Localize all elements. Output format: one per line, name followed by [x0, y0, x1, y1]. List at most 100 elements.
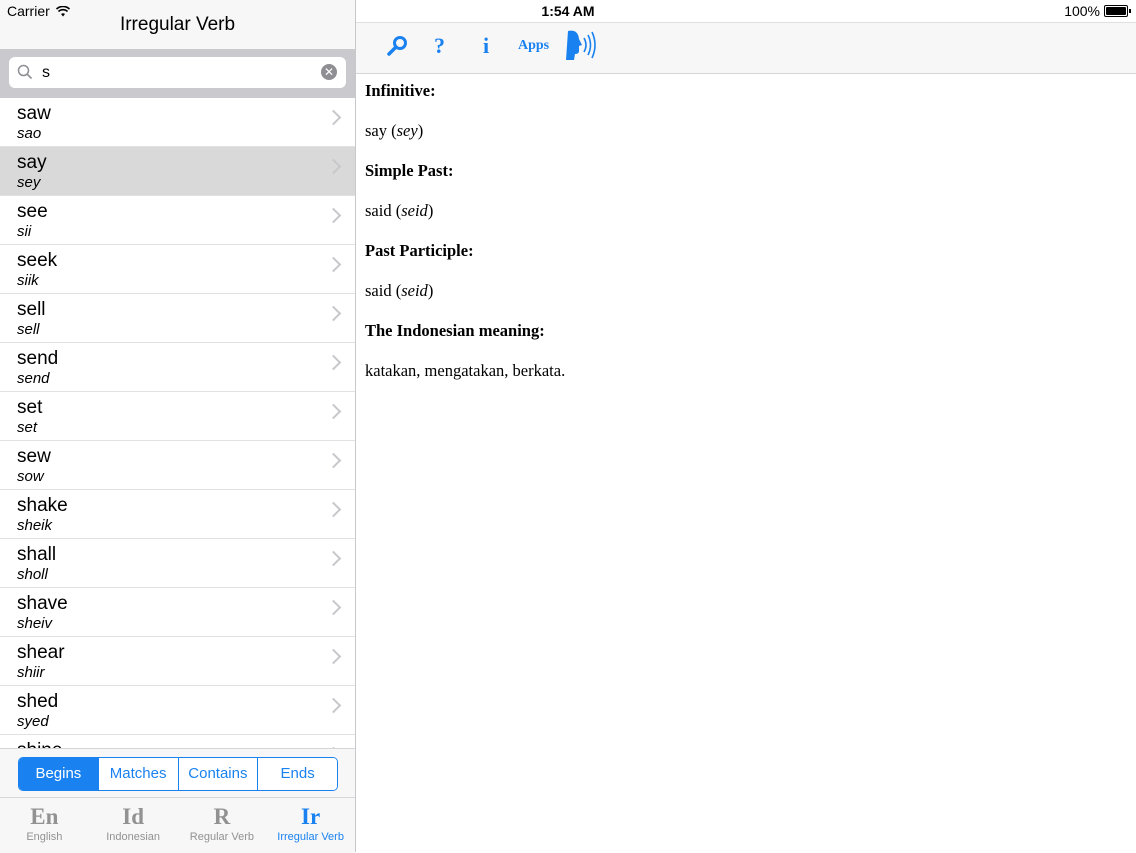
verb-pronunciation: siik: [17, 272, 39, 289]
verb-list-row[interactable]: shave sheiv: [0, 588, 355, 637]
detail-toolbar: ? i Apps: [356, 22, 1136, 74]
simple-past-heading: Simple Past:: [365, 161, 454, 180]
tab-glyph-icon: Ir: [301, 804, 321, 829]
tab-bar: En English Id Indonesian R Regular Verb Ir Irre…: [0, 797, 355, 853]
meaning-heading: The Indonesian meaning:: [365, 321, 545, 340]
past-participle-value: said (seid): [365, 281, 434, 300]
verb-word: shed: [17, 691, 59, 712]
search-field[interactable]: ✕: [9, 57, 346, 88]
past-participle-pronunciation: seid: [401, 281, 428, 300]
chevron-right-icon: [325, 501, 342, 518]
verb-pronunciation: sheik: [17, 517, 53, 534]
verb-list-row[interactable]: say sey: [0, 147, 355, 196]
verb-list: saw sao say sey see sii seek siik sell sell send se…: [0, 98, 355, 748]
search-icon: [17, 64, 33, 80]
tab-regular-verb[interactable]: R Regular Verb: [178, 798, 267, 853]
verb-list-row[interactable]: shear shiir: [0, 637, 355, 686]
verb-list-row[interactable]: sew sow: [0, 441, 355, 490]
infinitive-pronunciation: sey: [396, 121, 418, 140]
verb-pronunciation: set: [17, 419, 38, 436]
verb-word: seek: [17, 250, 58, 271]
verb-pronunciation: syed: [17, 713, 49, 730]
verb-word: saw: [17, 103, 51, 124]
verb-pronunciation: shiir: [17, 664, 45, 681]
verb-pronunciation: sell: [17, 321, 40, 338]
master-pane: Irregular Verb ✕ sawsaosayseyseesiiseeks…: [0, 0, 356, 853]
tab-glyph-icon: R: [213, 804, 231, 829]
verb-word: shear: [17, 642, 65, 663]
verb-list-row[interactable]: saw sao: [0, 98, 355, 147]
verb-list-row[interactable]: shake sheik: [0, 490, 355, 539]
battery-indicator: 100%: [1064, 3, 1131, 19]
tab-english[interactable]: En English: [0, 798, 89, 853]
chevron-right-icon: [325, 109, 342, 126]
verb-word: set: [17, 397, 43, 418]
verb-word: shine: [17, 740, 62, 748]
verb-word: sell: [17, 299, 46, 320]
verb-word: shake: [17, 495, 68, 516]
chevron-right-icon: [325, 158, 342, 175]
simple-past-pronunciation: seid: [401, 201, 428, 220]
chevron-right-icon: [325, 256, 342, 273]
verb-pronunciation: sheiv: [17, 615, 53, 632]
chevron-right-icon: [325, 452, 342, 469]
chevron-right-icon: [325, 354, 342, 371]
verb-word: sew: [17, 446, 51, 467]
verb-pronunciation: sey: [17, 174, 41, 191]
status-bar: Carrier 1:54 AM 100%: [0, 0, 1136, 22]
clear-search-icon[interactable]: ✕: [321, 64, 337, 80]
tab-indonesian[interactable]: Id Indonesian: [89, 798, 178, 853]
tab-label: Indonesian: [106, 831, 161, 843]
simple-past-value: said (seid): [365, 201, 434, 220]
segment-ends[interactable]: Ends: [258, 758, 337, 790]
segment-contains[interactable]: Contains: [178, 758, 259, 790]
tab-label: Regular Verb: [189, 831, 254, 843]
chevron-right-icon: [325, 697, 342, 714]
speak-icon[interactable]: [564, 29, 598, 66]
past-participle-heading: Past Participle:: [365, 241, 474, 260]
verb-list-row[interactable]: seek siik: [0, 245, 355, 294]
chevron-right-icon: [325, 403, 342, 420]
search-input[interactable]: [40, 61, 314, 85]
past-participle-word: said: [365, 281, 392, 300]
clock: 1:54 AM: [541, 3, 595, 19]
infinitive-word: say: [365, 121, 387, 140]
verb-word: shall: [17, 544, 57, 565]
search-key-icon[interactable]: [386, 35, 408, 62]
chevron-right-icon: [325, 599, 342, 616]
tab-label: English: [26, 831, 63, 843]
verb-list-row[interactable]: shed syed: [0, 686, 355, 735]
verb-list-row[interactable]: send send: [0, 343, 355, 392]
chevron-right-icon: [325, 305, 342, 322]
info-button[interactable]: i: [483, 33, 489, 59]
verb-word: say: [17, 152, 47, 173]
infinitive-heading: Infinitive:: [365, 81, 436, 100]
infinitive-value: say (sey): [365, 121, 424, 140]
verb-word: send: [17, 348, 59, 369]
verb-word: shave: [17, 593, 68, 614]
segment-matches[interactable]: Matches: [98, 758, 179, 790]
verb-pronunciation: sholl: [17, 566, 48, 583]
detail-pane: ? i Apps Infinitive: say (sey) Simple Pa…: [356, 0, 1136, 852]
verb-word: see: [17, 201, 48, 222]
verb-pronunciation: sow: [17, 468, 44, 485]
meaning-value: katakan, mengatakan, berkata.: [365, 361, 566, 380]
battery-percent: 100%: [1064, 3, 1100, 19]
verb-detail: Infinitive: say (sey) Simple Past: said …: [365, 78, 1125, 398]
verb-list-row[interactable]: shine: [0, 735, 355, 748]
verb-list-row[interactable]: shall sholl: [0, 539, 355, 588]
help-button[interactable]: ?: [434, 33, 445, 59]
verb-list-row[interactable]: see sii: [0, 196, 355, 245]
tab-irregular-verb[interactable]: Ir Irregular Verb: [266, 798, 355, 853]
tab-glyph-icon: En: [30, 804, 59, 829]
tab-glyph-icon: Id: [122, 804, 144, 829]
verb-list-row[interactable]: set set: [0, 392, 355, 441]
verb-pronunciation: sao: [17, 125, 42, 142]
segment-begins[interactable]: Begins: [19, 758, 99, 790]
chevron-right-icon: [325, 550, 342, 567]
search-bar: ✕: [0, 49, 355, 98]
verb-pronunciation: send: [17, 370, 50, 387]
simple-past-word: said: [365, 201, 392, 220]
verb-list-row[interactable]: sell sell: [0, 294, 355, 343]
apps-button[interactable]: Apps: [518, 38, 549, 54]
